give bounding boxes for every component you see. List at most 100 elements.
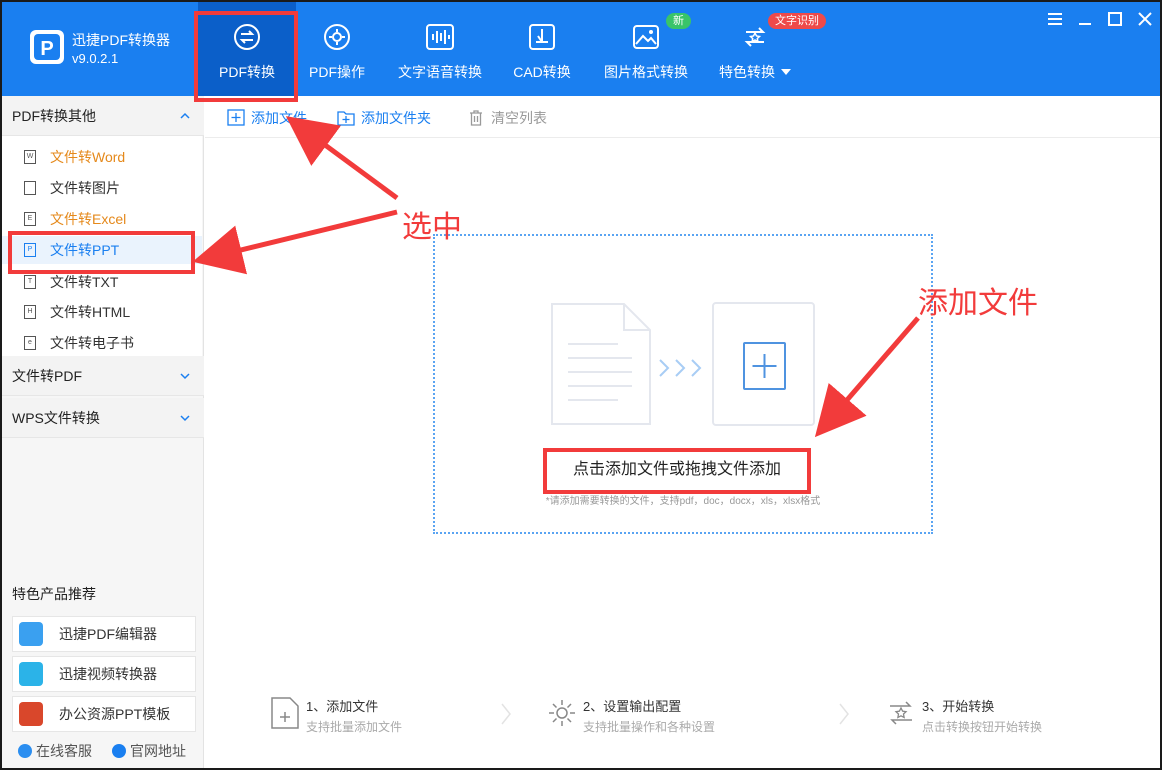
recommend-title: 特色产品推荐 xyxy=(12,586,96,602)
excel-file-icon: E xyxy=(24,212,36,226)
step-add-file: 1、添加文件 支持批量添加文件 xyxy=(270,696,470,740)
recommend-label: 迅捷视频转换器 xyxy=(59,666,157,682)
add-file-icon xyxy=(227,109,245,126)
document-illustration-icon xyxy=(551,303,651,425)
sidebar: PDF转换其他 W 文件转Word 文件转图片 E 文件转Excel P 文件转… xyxy=(2,96,204,768)
arrow-to-ppt xyxy=(192,209,398,275)
chevron-right-icon xyxy=(839,703,849,725)
recommend-ppt-template[interactable]: 办公资源PPT模板 xyxy=(12,696,196,732)
customer-service-icon xyxy=(18,744,32,758)
new-badge: 新 xyxy=(666,13,691,29)
add-file-illustration[interactable] xyxy=(712,302,815,426)
step-title: 2、设置输出配置 xyxy=(583,699,682,714)
file-add-step-icon xyxy=(271,697,299,729)
chevron-right-icon xyxy=(501,703,511,725)
sidebar-item-image[interactable]: 文件转图片 xyxy=(2,174,202,202)
chevron-down-icon xyxy=(180,373,190,380)
annotation-box-drop-text xyxy=(543,448,811,494)
sidebar-section-file-to-pdf[interactable]: 文件转PDF xyxy=(2,356,204,396)
add-folder-label: 添加文件夹 xyxy=(361,110,431,126)
sidebar-item-excel[interactable]: E 文件转Excel xyxy=(2,205,202,233)
sidebar-item-label: 文件转电子书 xyxy=(50,335,134,351)
txt-file-icon: T xyxy=(24,275,36,289)
sidebar-item-label: 文件转Excel xyxy=(50,211,127,227)
recommend-pdf-editor[interactable]: 迅捷PDF编辑器 xyxy=(12,616,196,652)
plus-icon xyxy=(743,342,786,390)
ocr-badge: 文字识别 xyxy=(768,13,826,29)
clear-list-button[interactable]: 清空列表 xyxy=(467,108,547,128)
sidebar-section-wps[interactable]: WPS文件转换 xyxy=(2,398,204,438)
sidebar-item-word[interactable]: W 文件转Word xyxy=(2,143,202,171)
annotation-select-label: 选中 xyxy=(402,210,462,245)
sidebar-item-html[interactable]: H 文件转HTML xyxy=(2,298,202,326)
cad-icon xyxy=(529,24,555,50)
ppt-template-icon xyxy=(19,702,43,726)
tab-label: PDF操作 xyxy=(309,64,365,80)
trash-icon xyxy=(470,110,482,126)
step-start-convert: 3、开始转换 点击转换按钮开始转换 xyxy=(886,696,1086,740)
menu-icon[interactable] xyxy=(1046,10,1064,28)
step-title: 1、添加文件 xyxy=(306,699,379,714)
minimize-icon[interactable] xyxy=(1076,10,1094,28)
browser-icon xyxy=(112,744,126,758)
recommend-label: 办公资源PPT模板 xyxy=(59,706,171,722)
sidebar-item-label: 文件转Word xyxy=(50,149,126,165)
html-file-icon: H xyxy=(24,305,36,319)
tab-text-voice[interactable]: 文字语音转换 xyxy=(392,2,488,96)
close-icon[interactable] xyxy=(1136,10,1154,28)
section-title: WPS文件转换 xyxy=(12,410,100,426)
add-folder-button[interactable]: 添加文件夹 xyxy=(337,108,431,128)
app-title: 迅捷PDF转换器 xyxy=(72,32,170,48)
step-subtitle: 支持批量添加文件 xyxy=(306,720,403,734)
step-title: 3、开始转换 xyxy=(922,699,995,714)
section-title: 文件转PDF xyxy=(12,368,82,384)
add-folder-icon xyxy=(337,111,355,126)
tab-label: 特色转换 xyxy=(710,62,800,82)
website-label: 官网地址 xyxy=(130,743,186,759)
image-file-icon xyxy=(24,181,36,195)
clear-list-label: 清空列表 xyxy=(491,110,547,126)
add-file-label: 添加文件 xyxy=(251,110,307,126)
pdf-editor-icon xyxy=(19,622,43,646)
chevron-down-icon xyxy=(781,69,791,75)
tab-pdf-operation[interactable]: PDF操作 xyxy=(298,2,376,96)
main-toolbar: 添加文件 添加文件夹 清空列表 xyxy=(205,96,1160,138)
online-service-label: 在线客服 xyxy=(36,743,92,759)
add-file-button[interactable]: 添加文件 xyxy=(227,108,307,128)
sidebar-item-ebook[interactable]: e 文件转电子书 xyxy=(2,329,202,357)
voice-wave-icon xyxy=(426,24,454,50)
annotation-box-ppt xyxy=(8,231,195,274)
tab-label-text: 特色转换 xyxy=(719,64,775,80)
sidebar-item-label: 文件转TXT xyxy=(50,274,119,290)
step-subtitle: 点击转换按钮开始转换 xyxy=(922,720,1043,734)
chevron-up-icon xyxy=(180,112,190,119)
online-service-link[interactable]: 在线客服 xyxy=(18,741,92,761)
recommend-label: 迅捷PDF编辑器 xyxy=(59,626,157,642)
tab-cad-convert[interactable]: CAD转换 xyxy=(502,2,582,96)
maximize-icon[interactable] xyxy=(1106,10,1124,28)
recommend-video-converter[interactable]: 迅捷视频转换器 xyxy=(12,656,196,692)
video-converter-icon xyxy=(19,662,43,686)
special-convert-icon xyxy=(744,27,766,47)
section-title: PDF转换其他 xyxy=(12,108,96,124)
app-version: v9.0.2.1 xyxy=(72,51,119,66)
sidebar-item-label: 文件转HTML xyxy=(50,304,131,320)
top-header: P 迅捷PDF转换器 v9.0.2.1 PDF转换 PDF操作 文字语音转换 C… xyxy=(2,2,1160,96)
pdf-operation-icon xyxy=(324,24,350,50)
step-output-config: 2、设置输出配置 支持批量操作和各种设置 xyxy=(547,696,767,740)
gear-icon xyxy=(549,700,575,726)
svg-text:P: P xyxy=(40,38,53,60)
convert-star-icon xyxy=(890,701,912,725)
sidebar-section-pdf-other[interactable]: PDF转换其他 xyxy=(2,96,204,136)
word-file-icon: W xyxy=(24,150,36,164)
tab-label: 文字语音转换 xyxy=(398,64,482,80)
app-window: P 迅捷PDF转换器 v9.0.2.1 PDF转换 PDF操作 文字语音转换 C… xyxy=(0,0,1162,770)
chevrons-right-icon xyxy=(659,359,702,377)
arrow-to-add-file xyxy=(285,116,399,201)
annotation-box-pdf-convert xyxy=(194,11,298,102)
website-link[interactable]: 官网地址 xyxy=(112,741,186,761)
sidebar-item-label: 文件转图片 xyxy=(50,180,120,196)
ebook-file-icon: e xyxy=(24,336,36,350)
tab-label: 图片格式转换 xyxy=(604,64,688,80)
step-subtitle: 支持批量操作和各种设置 xyxy=(583,720,716,734)
